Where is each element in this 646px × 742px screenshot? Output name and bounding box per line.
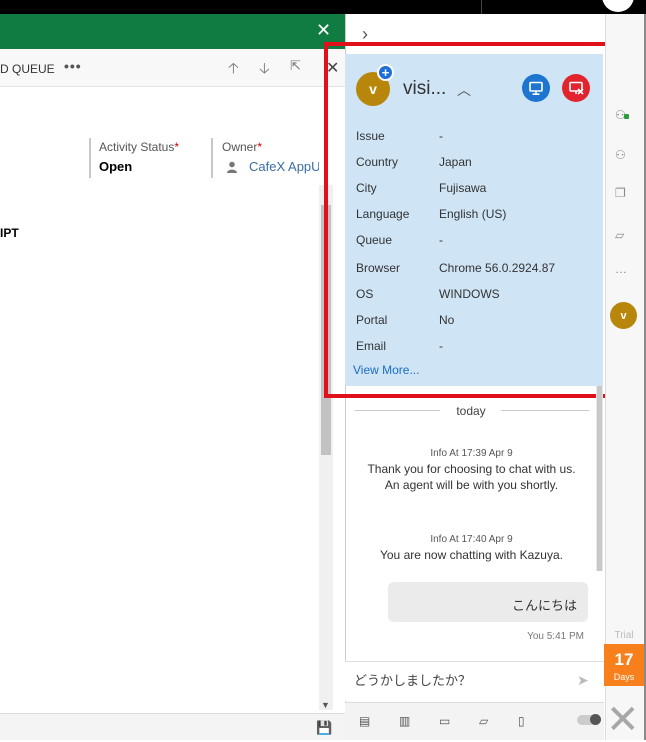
trial-days-number: 17	[614, 650, 634, 669]
owner-link[interactable]: CafeX AppU	[249, 159, 319, 174]
section-heading: IPT	[0, 226, 19, 240]
activity-status-value[interactable]: Open	[99, 159, 132, 174]
copy-icon[interactable]: ❐	[615, 186, 626, 200]
activity-status-label: Activity Status*	[99, 140, 180, 154]
owner-divider	[211, 138, 213, 178]
activity-status-divider	[89, 138, 91, 178]
form-footer	[0, 713, 345, 740]
chat-toolbar	[345, 702, 604, 740]
more-commands-icon[interactable]: •••	[64, 58, 82, 74]
add-to-queue-button[interactable]: D QUEUE	[0, 62, 55, 76]
message-text: Thank you for choosing to chat with us.	[367, 462, 576, 476]
transfer-icon[interactable]: ⚇	[615, 148, 626, 162]
day-divider-line	[355, 410, 440, 411]
notes-icon[interactable]: ▤	[359, 714, 370, 728]
close-icon[interactable]: ✕	[316, 20, 331, 41]
pop-out-icon[interactable]: ⇱	[290, 58, 301, 74]
top-bar	[0, 0, 646, 14]
visitor-avatar-small[interactable]: v	[610, 302, 637, 329]
canned-response-icon[interactable]: ▭	[439, 714, 450, 728]
arrow-down-icon[interactable]: 🡣	[259, 58, 270, 83]
status-dot	[624, 114, 629, 119]
crm-header-bar	[0, 14, 345, 49]
scroll-down-icon[interactable]: ▼	[321, 700, 330, 710]
agent-message-meta: You 5:41 PM	[527, 631, 584, 642]
owner-label: Owner*	[222, 140, 263, 154]
chat-scrollbar-thumb[interactable]	[597, 386, 602, 571]
day-divider-line	[501, 410, 589, 411]
message-meta: Info At 17:39 Apr 9	[430, 448, 513, 459]
highlight-frame	[324, 42, 621, 398]
message-meta: Info At 17:40 Apr 9	[430, 534, 513, 545]
trial-label: Trial	[614, 630, 634, 641]
day-divider-label: today	[456, 404, 486, 418]
chat-bubble-icon[interactable]: ▱	[479, 714, 488, 728]
arrow-up-icon[interactable]: 🡡	[228, 58, 239, 83]
close-icon[interactable]: ✕	[606, 700, 640, 740]
message-text: You are now chatting with Kazuya.	[379, 548, 563, 562]
document-icon[interactable]: ▥	[399, 714, 410, 728]
file-icon[interactable]: ▯	[518, 714, 525, 728]
close-panel-icon[interactable]: ✕	[326, 58, 339, 78]
trial-days-label: Days	[613, 672, 635, 682]
send-icon[interactable]: ➤	[577, 672, 589, 689]
toggle-knob[interactable]	[590, 714, 601, 725]
save-icon[interactable]: 💾	[316, 720, 332, 736]
message-text: An agent will be with you shortly.	[384, 478, 559, 492]
chat-icon[interactable]: ▱	[615, 228, 624, 242]
top-bar-divider	[481, 0, 482, 14]
message-input[interactable]	[354, 672, 569, 687]
user-icon	[227, 161, 237, 173]
more-icon[interactable]: …	[615, 262, 627, 276]
agent-message-text: こんにちは	[511, 598, 577, 613]
